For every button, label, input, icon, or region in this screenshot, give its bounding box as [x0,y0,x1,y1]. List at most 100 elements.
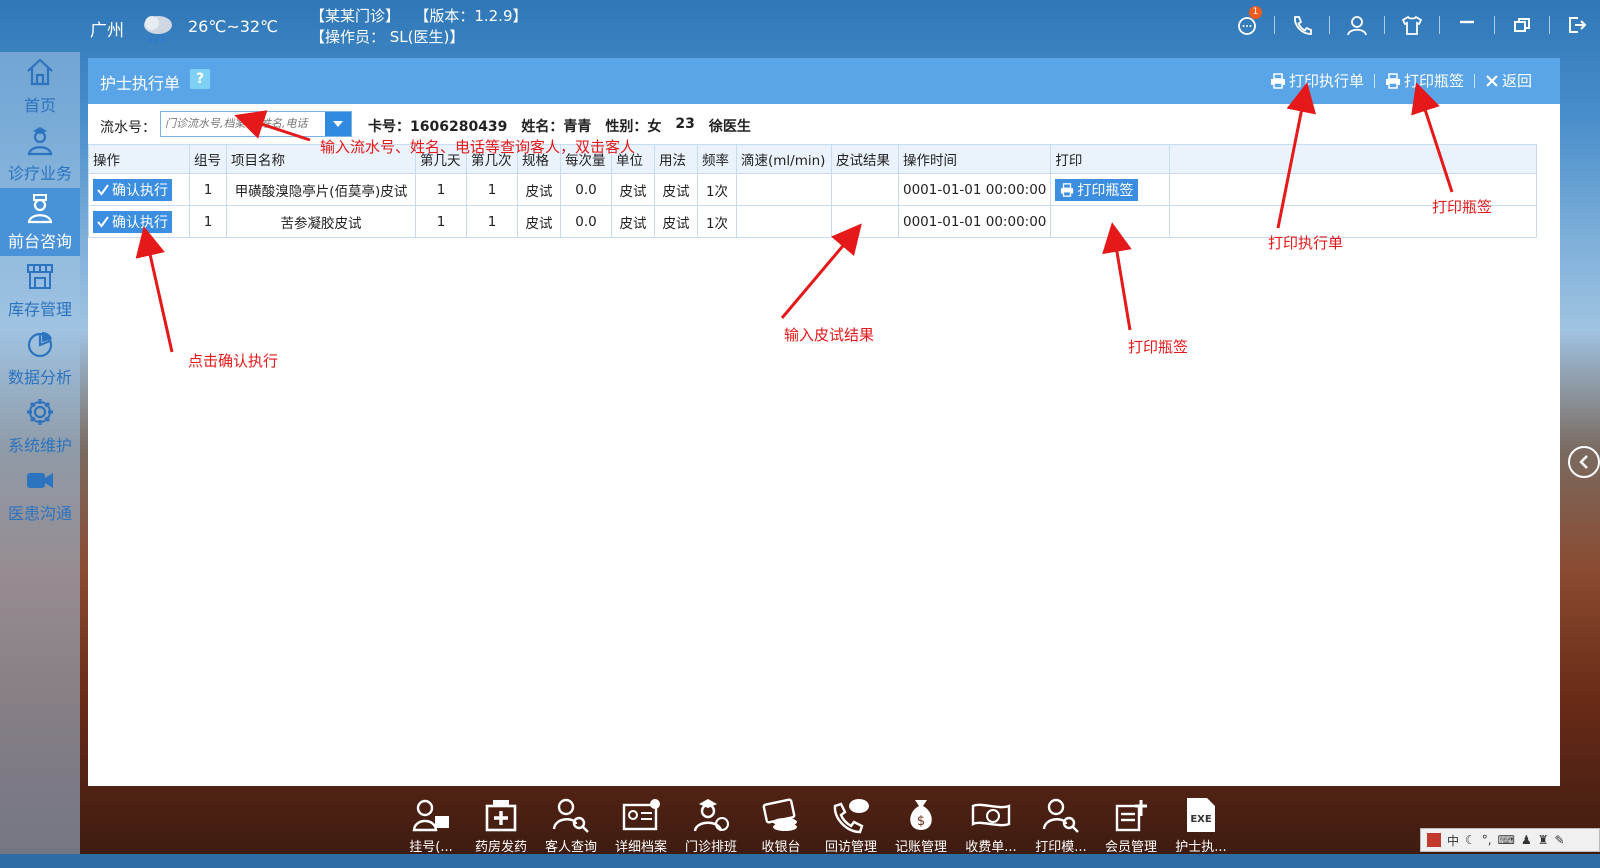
message-button[interactable]: 1 [1234,6,1262,38]
svg-text:$: $ [917,814,925,829]
card-number: 卡号：1606280439 [368,119,508,135]
pharmacy-icon [485,800,517,832]
printer-icon [1270,72,1285,89]
divider [1473,73,1475,88]
dock-item-followup[interactable]: 回访管理 [820,796,882,855]
annotation-print-sheet-hint: 打印执行单 [1268,234,1344,252]
dock-item-bill[interactable]: 收费单... [960,796,1022,855]
wrench-icon[interactable]: ✎ [1554,833,1564,847]
restore-button[interactable] [1509,12,1535,38]
cell-unit: 皮试 [611,173,655,206]
dock-item-pharmacy[interactable]: 药房发药 [470,796,532,855]
temperature: 26℃~32℃ [188,17,279,36]
cell-freq: 1次 [697,173,737,206]
cell-usage: 皮试 [654,173,698,206]
back-button[interactable]: 返回 [1485,70,1532,91]
divider [1384,16,1385,34]
keyboard-icon[interactable]: ⌨ [1498,833,1515,847]
shirt-icon[interactable]: ♜ [1538,833,1549,847]
moon-icon[interactable]: ☾ [1465,833,1476,847]
confirm-execute-button[interactable]: 确认执行 [93,210,172,233]
dock-item-nurse-execution[interactable]: EXE 护士执... [1170,796,1232,855]
page-title: 护士执行单 [100,74,181,93]
user-icon [1347,16,1367,36]
skin-button[interactable] [1399,12,1425,38]
confirm-execute-label: 确认执行 [112,182,168,199]
chevron-left-icon [1579,455,1588,469]
help-button[interactable]: ? [190,69,210,89]
dock-item-label: 会员管理 [1104,840,1157,855]
os-taskbar [0,854,1600,868]
cloud-rain-icon [144,16,172,44]
dock-item-client-search[interactable]: 客人查询 [540,796,602,855]
annotation-print-label-top-hint: 打印瓶签 [1432,198,1493,216]
dock-item-accounting[interactable]: $ 记账管理 [890,796,952,855]
search-row: 流水号： 卡号：1606280439 姓名：青青 性别：女 23 徐医生 [88,104,1560,144]
minimize-button[interactable] [1454,12,1480,38]
operator-label: 【操作员： SL(医生)】 [310,28,465,46]
cell-skin-test-result[interactable] [831,173,899,206]
dock-item-schedule[interactable]: 门诊排班 [680,796,742,855]
dock-item-label: 护士执... [1175,840,1227,855]
annotation-result-hint: 输入皮试结果 [784,326,875,344]
sidebar-item-system[interactable]: 系统维护 [0,392,80,460]
bill-icon [971,803,1011,827]
table-row[interactable]: 确认执行 1 甲磺酸溴隐亭片(佰莫亭)皮试 1 1 皮试 0.0 皮试 皮试 1… [88,173,1538,206]
exe-icon: EXE [1187,798,1215,832]
dock-item-cashier[interactable]: 收银台 [750,796,812,855]
col-header: 滴速(ml/min) [736,144,832,174]
cell-times: 1 [466,205,518,238]
user-icon[interactable]: ♟ [1521,833,1532,847]
ime-tray: 中 ☾ °, ⌨ ♟ ♜ ✎ [1420,828,1600,852]
home-icon [27,58,53,86]
sidebar: 首页 诊疗业务 前台咨询 库存管理 数据分析 系统维护 医患沟通 [0,52,80,868]
cell-drip-rate[interactable] [736,205,832,238]
divider [1274,16,1275,34]
ime-logo-icon[interactable] [1427,833,1441,847]
dock-item-member[interactable]: 会员管理 [1100,796,1162,855]
dock-item-label: 收费单... [965,840,1017,855]
sidebar-item-communication[interactable]: 医患沟通 [0,460,80,528]
col-header: 用法 [654,144,698,174]
clinic-name: 【某某门诊】 [310,7,401,25]
sidebar-item-analytics[interactable]: 数据分析 [0,324,80,392]
cell-skin-test-result[interactable] [831,205,899,238]
user-button[interactable] [1344,12,1370,38]
print-label-button[interactable]: 打印瓶签 [1385,70,1464,91]
version-label: 【版本：1.2.9】 [414,7,528,25]
exit-button[interactable] [1564,12,1590,38]
dock-item-label: 回访管理 [824,840,877,855]
sidebar-item-label: 数据分析 [7,368,72,387]
dock-item-register[interactable]: 挂号(... [400,796,462,855]
sidebar-item-inventory[interactable]: 库存管理 [0,256,80,324]
ime-language[interactable]: 中 [1447,832,1459,849]
money-bag-icon: $ [910,800,932,830]
punctuation-icon[interactable]: °, [1482,833,1492,847]
svg-text:EXE: EXE [1190,814,1212,825]
sidebar-item-treatment[interactable]: 诊疗业务 [0,120,80,188]
sidebar-item-label: 首页 [23,96,56,115]
pie-chart-icon [27,332,53,358]
cell-drip-rate[interactable] [736,173,832,206]
cell-spec: 皮试 [517,173,561,206]
sidebar-item-home[interactable]: 首页 [0,52,80,120]
confirm-execute-button[interactable]: 确认执行 [93,178,172,201]
phone-button[interactable] [1289,12,1315,38]
print-label-row-button[interactable]: 打印瓶签 [1055,178,1139,201]
cell-dose: 0.0 [560,205,612,238]
dock-item-profile[interactable]: 详细档案 [610,796,672,855]
printer-icon [1385,72,1400,89]
patient-info: 卡号：1606280439 姓名：青青 性别：女 23 徐医生 [368,116,751,136]
collapse-button[interactable] [1568,446,1600,478]
print-sheet-button[interactable]: 打印执行单 [1270,70,1364,91]
dropdown-button[interactable] [325,112,351,136]
exit-icon [1569,17,1587,33]
divider [1494,16,1495,34]
cell-time: 0001-01-01 00:00:00 [897,205,1052,238]
divider [1373,73,1375,88]
cell-usage: 皮试 [654,205,698,238]
serial-search-input[interactable] [161,112,329,134]
sidebar-item-front-desk[interactable]: 前台咨询 [0,188,80,256]
profile-card-icon [622,799,660,831]
dock-item-print-template[interactable]: 打印模... [1030,796,1092,855]
